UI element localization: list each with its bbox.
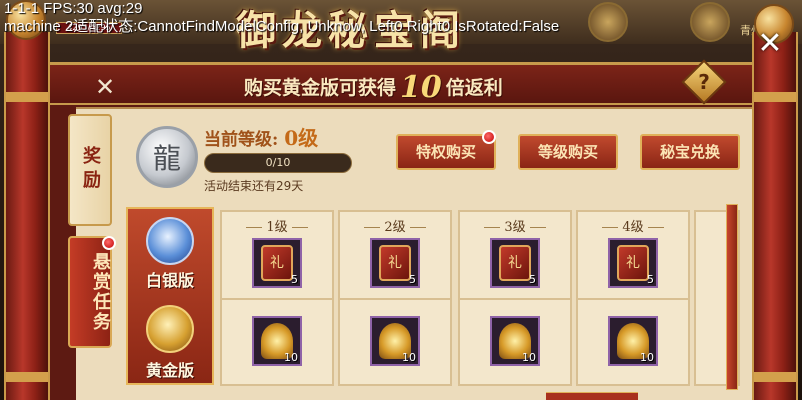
scroll-icon: 礼: [617, 245, 649, 281]
promo-prefix: 购买黄金版可获得: [244, 77, 397, 99]
level-purchase-button[interactable]: 等级购买: [518, 134, 618, 170]
tab-rewards-label: 奖励: [80, 146, 101, 194]
item-quantity: 10: [402, 351, 416, 364]
promo-multiplier: 10: [400, 70, 442, 105]
item-quantity: 5: [647, 273, 654, 286]
reward-scrollbar[interactable]: [726, 204, 738, 390]
item-quantity: 10: [640, 351, 654, 364]
privilege-purchase-button[interactable]: 特权购买: [396, 134, 496, 170]
left-pillar: [4, 32, 50, 400]
close-icon[interactable]: ✕: [90, 72, 120, 102]
reward-column: 4级 礼 5 10: [576, 210, 690, 386]
version-column: 白银版 黄金版: [126, 207, 214, 385]
debug-machine-line: machine 2适配状态:CannotFindModelConfig, Unk…: [4, 18, 560, 35]
item-quantity: 5: [291, 273, 298, 286]
reward-item-scroll[interactable]: 礼 5: [370, 238, 420, 288]
reward-level-label: 4级: [578, 216, 688, 235]
hud-calendar-icon[interactable]: [690, 2, 730, 42]
reward-column: 1级 礼 5 10: [220, 210, 334, 386]
gold-shield-icon: [146, 305, 194, 353]
silver-sword-icon: [146, 217, 194, 265]
scroll-icon: 礼: [499, 245, 531, 281]
level-progress-text: 0/10: [265, 156, 291, 169]
level-progress-bar: 0/10: [204, 153, 352, 173]
tab-bounty-tasks[interactable]: 悬赏任务: [68, 236, 112, 348]
hud-menu-icon[interactable]: [588, 2, 628, 42]
debug-overlay: 1-1-1 FPS:30 avg:29 machine 2适配状态:Cannot…: [4, 0, 559, 36]
promo-text: 购买黄金版可获得 10 倍返利: [244, 70, 503, 105]
activity-end-text: 活动结束还有29天: [204, 179, 304, 193]
tab-bounty-label: 悬赏任务: [90, 252, 111, 332]
treasure-exchange-button[interactable]: 秘宝兑换: [640, 134, 740, 170]
bounty-notification-dot: [102, 236, 116, 250]
current-level-value: 0级: [284, 126, 319, 150]
current-level-label: 当前等级:: [204, 130, 279, 150]
item-quantity: 10: [284, 351, 298, 364]
reward-item-badge[interactable]: 10: [370, 316, 420, 366]
reward-item-scroll[interactable]: 礼 5: [490, 238, 540, 288]
bottom-tab-strip: [546, 392, 638, 400]
promo-suffix: 倍返利: [445, 77, 503, 99]
silver-version[interactable]: 白银版: [128, 211, 212, 297]
reward-level-label: 1级: [222, 216, 332, 235]
debug-fps-line: 1-1-1 FPS:30 avg:29: [4, 0, 143, 17]
reward-level-label: 3级: [460, 216, 570, 235]
reward-item-badge[interactable]: 10: [252, 316, 302, 366]
reward-column: 2级 礼 5 10: [338, 210, 452, 386]
reward-item-scroll[interactable]: 礼 5: [252, 238, 302, 288]
item-quantity: 10: [522, 351, 536, 364]
scroll-icon: 礼: [261, 245, 293, 281]
tab-rewards[interactable]: 奖励: [68, 114, 112, 226]
dragon-medal-icon: 龍: [136, 126, 198, 188]
current-level: 当前等级: 0级: [204, 122, 318, 151]
gold-version[interactable]: 黄金版: [128, 299, 212, 385]
item-quantity: 5: [409, 273, 416, 286]
scroll-icon: 礼: [379, 245, 411, 281]
reward-item-badge[interactable]: 10: [608, 316, 658, 366]
reward-item-scroll[interactable]: 礼 5: [608, 238, 658, 288]
gold-version-label: 黄金版: [145, 361, 194, 380]
item-quantity: 5: [529, 273, 536, 286]
right-pillar: [752, 32, 798, 400]
privilege-notification-dot: [482, 130, 496, 144]
reward-level-label: 2级: [340, 216, 450, 235]
close-circle-icon[interactable]: ✕: [750, 24, 790, 64]
reward-item-badge[interactable]: 10: [490, 316, 540, 366]
silver-version-label: 白银版: [145, 271, 194, 290]
reward-column: 3级 礼 5 10: [458, 210, 572, 386]
